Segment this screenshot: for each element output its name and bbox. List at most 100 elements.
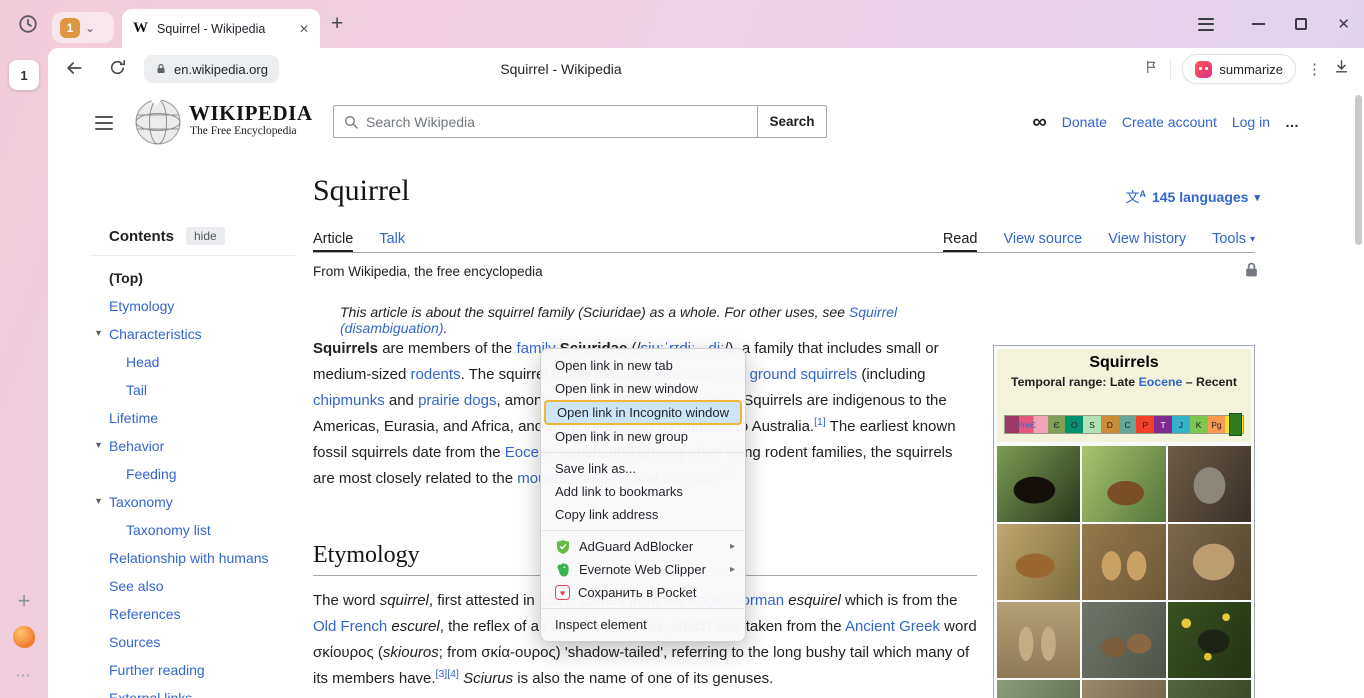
- menu-item-save-link-as[interactable]: Save link as...: [541, 457, 745, 480]
- kebab-menu-icon[interactable]: ⋮: [1307, 60, 1322, 78]
- scrollbar-thumb[interactable]: [1355, 95, 1362, 245]
- geo-segment[interactable]: D: [1101, 416, 1119, 433]
- browser-tab[interactable]: W Squirrel - Wikipedia ✕: [122, 9, 320, 48]
- tab-article[interactable]: Article: [313, 226, 353, 252]
- chevron-down-icon: ⌄: [85, 22, 95, 34]
- toc-item-relationship-with-humans[interactable]: Relationship with humans: [90, 544, 295, 572]
- wikipedia-wordmark[interactable]: WIKIPEDIA: [189, 101, 313, 126]
- wiki-menu-icon[interactable]: [95, 116, 113, 130]
- infinity-icon[interactable]: ∞: [1032, 112, 1046, 132]
- menu-item-evernote[interactable]: Evernote Web Clipper ▸: [541, 558, 745, 581]
- wiki-search-box[interactable]: [333, 105, 758, 138]
- languages-button[interactable]: 文A 145 languages ▾: [1125, 187, 1260, 207]
- tab-read[interactable]: Read: [943, 226, 978, 252]
- infobox-photo[interactable]: [997, 680, 1080, 698]
- menu-item-adguard[interactable]: AdGuard AdBlocker ▸: [541, 535, 745, 558]
- toc-item-feeding[interactable]: Feeding: [90, 460, 295, 488]
- geo-segment[interactable]: K: [1190, 416, 1208, 433]
- rail-add-button[interactable]: +: [0, 588, 48, 614]
- geo-segment[interactable]: J: [1172, 416, 1190, 433]
- rail-more-icon[interactable]: ⋯: [0, 666, 48, 684]
- menu-item-copy-link-address[interactable]: Copy link address: [541, 503, 745, 526]
- geo-segment[interactable]: Pg: [1208, 416, 1226, 433]
- window-close-button[interactable]: ✕: [1337, 17, 1350, 32]
- toc-item-sources[interactable]: Sources: [90, 628, 295, 656]
- new-tab-button[interactable]: +: [331, 12, 343, 36]
- toc-item-characteristics[interactable]: ▾Characteristics: [90, 320, 295, 348]
- infobox-photo[interactable]: [1168, 524, 1251, 600]
- wikipedia-globe-logo[interactable]: [132, 95, 184, 151]
- infobox-photo[interactable]: [1082, 680, 1165, 698]
- infobox-photo[interactable]: [1082, 446, 1165, 522]
- menu-item-open-new-tab[interactable]: Open link in new tab: [541, 354, 745, 377]
- tab-view-source[interactable]: View source: [1003, 226, 1082, 252]
- donate-link[interactable]: Donate: [1062, 114, 1107, 130]
- toc-item-top[interactable]: (Top): [90, 264, 295, 292]
- minimize-button[interactable]: [1252, 23, 1265, 25]
- geo-segment[interactable]: PreЄ: [1005, 416, 1048, 433]
- maximize-button[interactable]: [1295, 18, 1307, 30]
- infobox-photo[interactable]: [1082, 524, 1165, 600]
- tab-view-history[interactable]: View history: [1108, 226, 1186, 252]
- bookmark-flag-button[interactable]: [1144, 58, 1159, 81]
- search-button[interactable]: Search: [757, 105, 827, 138]
- menu-item-save-to-pocket[interactable]: ♥ Сохранить в Pocket: [541, 581, 745, 604]
- toc-item-tail[interactable]: Tail: [90, 376, 295, 404]
- toc-toggle-icon[interactable]: ▾: [91, 320, 106, 348]
- toc-toggle-icon[interactable]: ▾: [91, 432, 106, 460]
- infobox-photo[interactable]: [1168, 680, 1251, 698]
- panel-number-button[interactable]: 1: [9, 60, 39, 90]
- tab-group-badge: 1: [60, 18, 80, 38]
- infobox-photo[interactable]: [1082, 602, 1165, 678]
- menu-item-open-new-group[interactable]: Open link in new group: [541, 425, 745, 448]
- menu-item-open-incognito-window[interactable]: Open link in Incognito window: [544, 400, 742, 425]
- toc-item-etymology[interactable]: Etymology: [90, 292, 295, 320]
- menu-item-add-link-to-bookmarks[interactable]: Add link to bookmarks: [541, 480, 745, 503]
- toc-item-see-also[interactable]: See also: [90, 572, 295, 600]
- back-button[interactable]: [64, 58, 84, 83]
- geo-segment[interactable]: T: [1154, 416, 1172, 433]
- create-account-link[interactable]: Create account: [1122, 114, 1217, 130]
- infobox-photo[interactable]: [1168, 446, 1251, 522]
- more-options-icon[interactable]: …: [1285, 114, 1300, 130]
- tab-close-icon[interactable]: ✕: [299, 22, 309, 36]
- toc-item-taxonomy-list[interactable]: Taxonomy list: [90, 516, 295, 544]
- geo-segment[interactable]: C: [1119, 416, 1137, 433]
- menu-item-inspect-element[interactable]: Inspect element: [541, 613, 745, 636]
- toc-list: (Top) Etymology ▾Characteristics Head Ta…: [90, 256, 295, 698]
- toc-hide-button[interactable]: hide: [186, 227, 225, 245]
- summarize-button[interactable]: summarize: [1182, 54, 1296, 84]
- geo-segment[interactable]: O: [1065, 416, 1083, 433]
- toc-item-taxonomy[interactable]: ▾Taxonomy: [90, 488, 295, 516]
- tab-talk[interactable]: Talk: [379, 226, 405, 252]
- infobox-photo[interactable]: [1168, 602, 1251, 678]
- page-protection-lock-icon[interactable]: [1243, 260, 1260, 284]
- menu-item-open-new-window[interactable]: Open link in new window: [541, 377, 745, 400]
- browser-menu-icon[interactable]: [1198, 18, 1214, 31]
- reload-button[interactable]: [108, 58, 127, 82]
- login-link[interactable]: Log in: [1232, 114, 1270, 130]
- toc-item-further-reading[interactable]: Further reading: [90, 656, 295, 684]
- geo-segment[interactable]: P: [1136, 416, 1154, 433]
- search-input[interactable]: [366, 114, 757, 130]
- tools-dropdown[interactable]: Tools▾: [1212, 226, 1255, 252]
- toc-item-references[interactable]: References: [90, 600, 295, 628]
- browser-logo-icon[interactable]: [13, 626, 35, 648]
- toc-item-head[interactable]: Head: [90, 348, 295, 376]
- downloads-button[interactable]: [1333, 57, 1350, 81]
- toc-item-external-links[interactable]: External links: [90, 684, 295, 698]
- toc-toggle-icon[interactable]: ▾: [91, 488, 106, 516]
- infobox-photo[interactable]: [997, 602, 1080, 678]
- infobox-photo[interactable]: [997, 446, 1080, 522]
- toolbar-right: summarize ⋮: [1144, 53, 1350, 85]
- geo-segment[interactable]: Є: [1048, 416, 1066, 433]
- summarize-gpt-icon: [1195, 61, 1212, 78]
- toc-item-behavior[interactable]: ▾Behavior: [90, 432, 295, 460]
- article-title: Squirrel: [313, 174, 410, 208]
- history-clock-button[interactable]: [14, 10, 42, 38]
- geo-segment[interactable]: S: [1083, 416, 1101, 433]
- tab-group-chip[interactable]: 1 ⌄: [52, 12, 114, 43]
- toc-item-lifetime[interactable]: Lifetime: [90, 404, 295, 432]
- address-bar[interactable]: en.wikipedia.org: [144, 55, 279, 83]
- infobox-photo[interactable]: [997, 524, 1080, 600]
